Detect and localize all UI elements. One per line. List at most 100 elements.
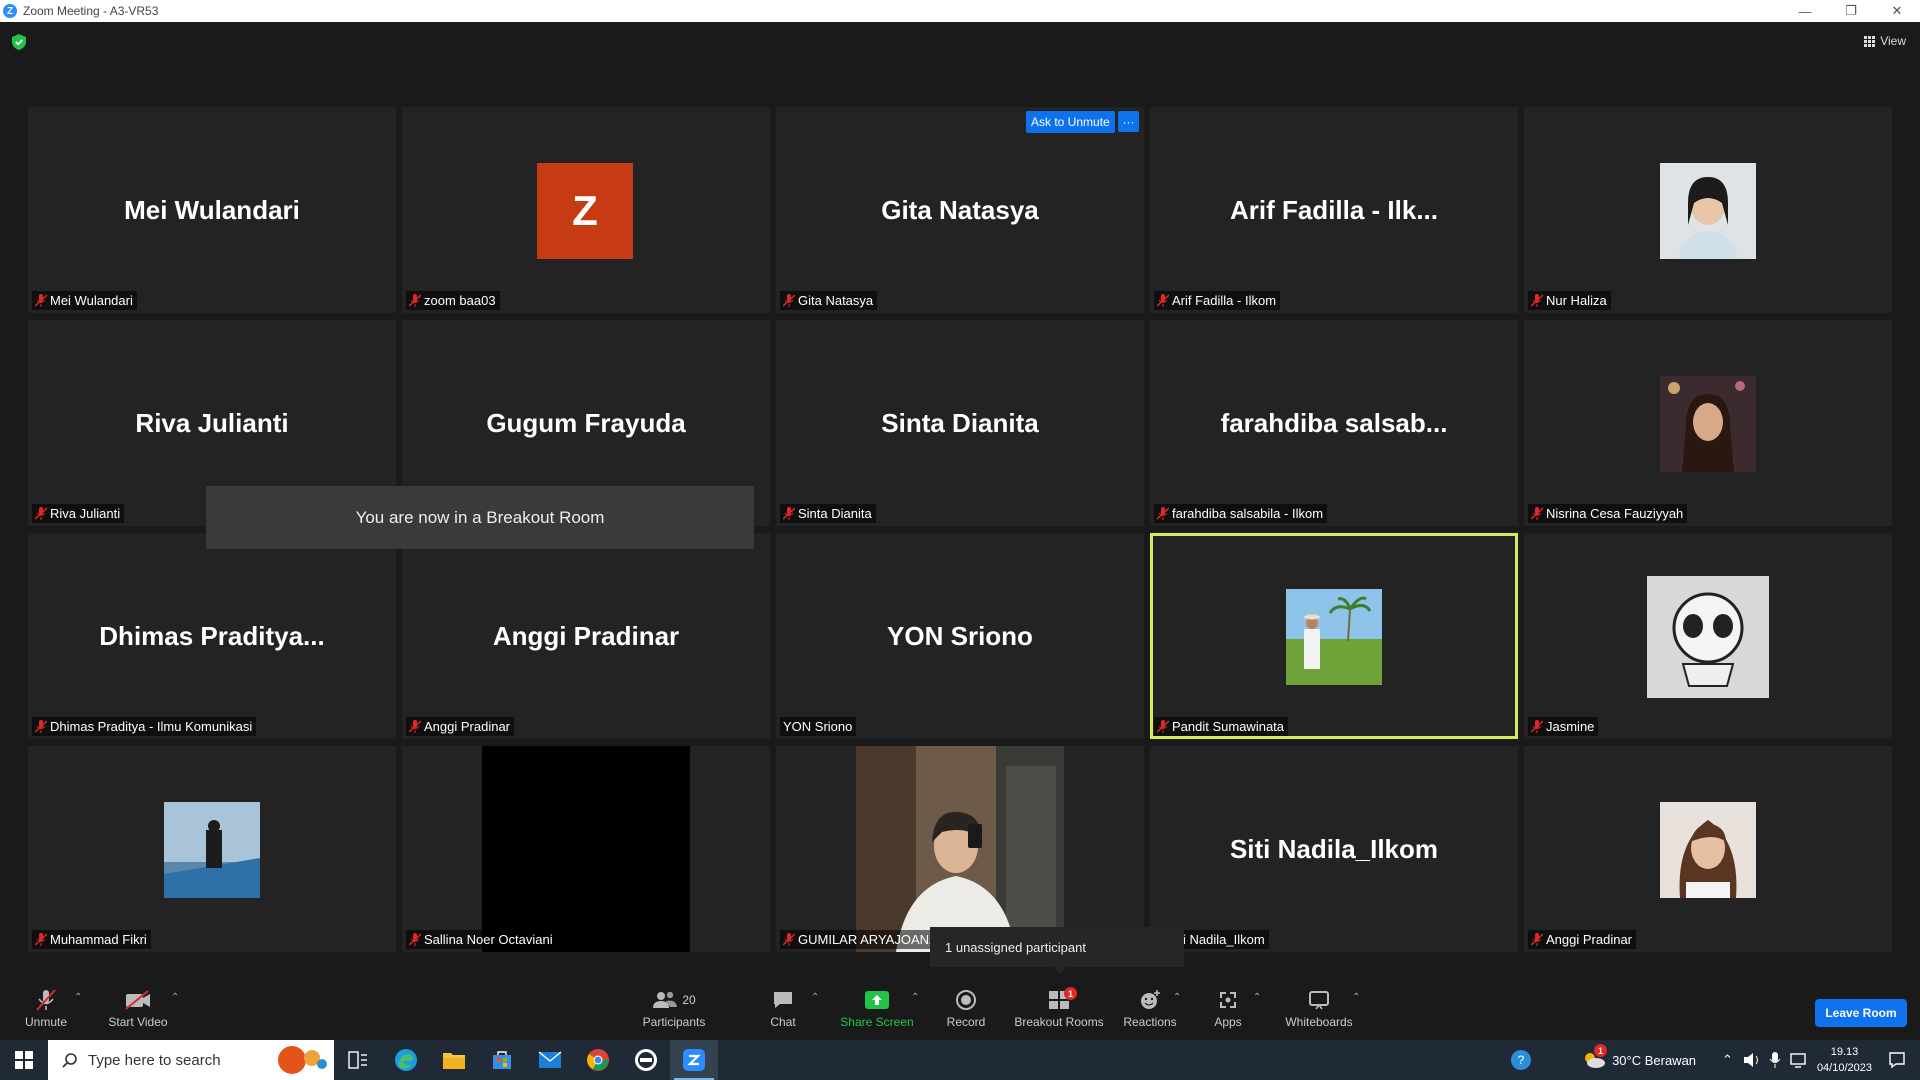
participant-label: Mei Wulandari	[32, 291, 137, 310]
participant-label-text: Muhammad Fikri	[50, 932, 147, 947]
video-tile[interactable]: Nur Haliza	[1524, 107, 1892, 313]
participant-label-text: Anggi Pradinar	[1546, 932, 1632, 947]
breakout-rooms-button[interactable]: 1 Breakout Rooms	[1012, 976, 1106, 1040]
windows-taskbar: Type here to search ? 1 30°C Berawan ⌃ 1…	[0, 1040, 1920, 1080]
participants-label: Participants	[642, 1015, 706, 1029]
network-icon[interactable]	[1789, 1052, 1807, 1068]
video-tile[interactable]: Arif Fadilla - Ilk... Arif Fadilla - Ilk…	[1150, 107, 1518, 313]
video-tile[interactable]: Anggi Pradinar	[1524, 746, 1892, 952]
mic-muted-icon	[35, 507, 47, 520]
mic-muted-icon	[1531, 933, 1543, 946]
video-tile[interactable]: YON Sriono YON Sriono	[776, 533, 1144, 739]
video-tile[interactable]: Siti Nadila_Ilkom i Nadila_Ilkom	[1150, 746, 1518, 952]
help-icon[interactable]: ?	[1510, 1049, 1532, 1071]
taskbar-chrome[interactable]	[574, 1040, 622, 1080]
video-tile[interactable]: Z zoom baa03	[402, 107, 770, 313]
share-options-chevron-icon[interactable]: ⌃	[911, 992, 919, 1003]
participant-label: Nur Haliza	[1528, 291, 1611, 310]
weather-text: 30°C Berawan	[1612, 1052, 1697, 1068]
participant-label-text: Jasmine	[1546, 719, 1595, 734]
view-button[interactable]: View	[1864, 34, 1906, 48]
apps-icon	[1220, 992, 1236, 1008]
mic-muted-icon	[1157, 720, 1169, 733]
participant-label-text: GUMILAR ARYAJOANZA	[798, 932, 946, 947]
whiteboards-button[interactable]: Whiteboards	[1280, 976, 1358, 1040]
participant-label: i Nadila_Ilkom	[1180, 930, 1269, 949]
participant-label: YON Sriono	[780, 717, 857, 736]
security-shield-icon[interactable]	[12, 34, 26, 50]
mic-muted-icon	[1531, 507, 1543, 520]
start-button[interactable]	[0, 1040, 48, 1080]
video-tile-active-speaker[interactable]: Pandit Sumawinata	[1150, 533, 1518, 739]
video-tile[interactable]: Dhimas Praditya... Dhimas Praditya - Ilm…	[28, 533, 396, 739]
video-tile[interactable]: GUMILAR ARYAJOANZA	[776, 746, 1144, 952]
participant-label-text: Anggi Pradinar	[424, 719, 510, 734]
mic-muted-icon	[409, 720, 421, 733]
video-tile[interactable]: Muhammad Fikri	[28, 746, 396, 952]
taskbar-zoom[interactable]	[670, 1040, 718, 1080]
reactions-button[interactable]: Reactions	[1120, 976, 1180, 1040]
start-video-button[interactable]: Start Video	[104, 976, 172, 1040]
ask-to-unmute-button[interactable]: Ask to Unmute	[1026, 111, 1115, 133]
mic-muted-icon	[36, 989, 56, 1011]
task-view-button[interactable]	[334, 1040, 382, 1080]
taskbar-clock[interactable]: 19.13 04/10/2023	[1817, 1044, 1872, 1076]
video-tile[interactable]: Anggi Pradinar Anggi Pradinar	[402, 533, 770, 739]
video-tile[interactable]: Sallina Noer Octaviani	[402, 746, 770, 952]
taskbar-app[interactable]	[622, 1040, 670, 1080]
profile-photo	[1660, 802, 1756, 898]
weather-widget[interactable]: 1 30°C Berawan	[1582, 1044, 1697, 1070]
taskbar-edge[interactable]	[382, 1040, 430, 1080]
close-icon[interactable]: ✕	[1874, 0, 1920, 22]
reactions-options-chevron-icon[interactable]: ⌃	[1173, 992, 1181, 1003]
taskbar-store[interactable]	[478, 1040, 526, 1080]
mic-muted-icon	[783, 507, 795, 520]
record-button[interactable]: Record	[940, 976, 992, 1040]
folder-icon	[443, 1053, 465, 1069]
grid-view-icon	[1864, 35, 1876, 47]
whiteboards-options-chevron-icon[interactable]: ⌃	[1352, 992, 1360, 1003]
taskbar-search-box[interactable]: Type here to search	[48, 1040, 334, 1080]
speaker-icon[interactable]	[1743, 1052, 1761, 1068]
video-options-chevron-icon[interactable]: ⌃	[171, 992, 179, 1003]
apps-button[interactable]: Apps	[1208, 976, 1248, 1040]
participants-button[interactable]: 20 Participants	[638, 976, 710, 1040]
leave-room-button[interactable]: Leave Room	[1815, 999, 1907, 1027]
video-tile[interactable]: Jasmine	[1524, 533, 1892, 739]
app-circle-icon	[635, 1049, 657, 1071]
participant-label: zoom baa03	[406, 291, 500, 310]
video-tile[interactable]: Mei Wulandari Mei Wulandari	[28, 107, 396, 313]
share-screen-button[interactable]: Share Screen	[836, 976, 918, 1040]
restore-icon[interactable]: ❐	[1828, 0, 1874, 22]
show-hidden-icons-chevron-icon[interactable]: ⌃	[1722, 1052, 1733, 1068]
unmute-button[interactable]: Unmute	[18, 976, 74, 1040]
notifications-icon[interactable]	[1888, 1051, 1906, 1069]
apps-options-chevron-icon[interactable]: ⌃	[1253, 992, 1261, 1003]
participant-label: Pandit Sumawinata	[1154, 717, 1289, 736]
video-tile[interactable]: farahdiba salsab... farahdiba salsabila …	[1150, 320, 1518, 526]
taskbar-file-explorer[interactable]	[430, 1040, 478, 1080]
chat-button[interactable]: Chat	[760, 976, 806, 1040]
profile-photo	[164, 802, 260, 898]
participant-label: farahdiba salsabila - Ilkom	[1154, 504, 1328, 523]
taskbar-mail[interactable]	[526, 1040, 574, 1080]
video-feed	[856, 746, 1064, 952]
participant-label: Anggi Pradinar	[406, 717, 514, 736]
video-off-icon	[125, 990, 150, 1010]
chat-options-chevron-icon[interactable]: ⌃	[811, 992, 819, 1003]
video-tile[interactable]: Nisrina Cesa Fauziyyah	[1524, 320, 1892, 526]
zoom-logo-icon: Z	[3, 4, 17, 18]
audio-options-chevron-icon[interactable]: ⌃	[74, 992, 82, 1003]
minimize-icon[interactable]: —	[1782, 0, 1828, 22]
mic-muted-icon	[1531, 720, 1543, 733]
breakout-rooms-badge: 1	[1064, 987, 1077, 1000]
tile-more-options-button[interactable]: ···	[1118, 111, 1139, 132]
video-tile[interactable]: Gita Natasya Gita Natasya	[776, 107, 1144, 313]
participant-label: Dhimas Praditya - Ilmu Komunikasi	[32, 717, 257, 736]
participant-label-text: Nisrina Cesa Fauziyyah	[1546, 506, 1684, 521]
whiteboards-label: Whiteboards	[1285, 1015, 1353, 1029]
video-tile[interactable]: Sinta Dianita Sinta Dianita	[776, 320, 1144, 526]
microphone-icon[interactable]	[1769, 1051, 1781, 1069]
participant-name-large: farahdiba salsab...	[1220, 408, 1448, 438]
participant-label-text: Dhimas Praditya - Ilmu Komunikasi	[50, 719, 253, 734]
